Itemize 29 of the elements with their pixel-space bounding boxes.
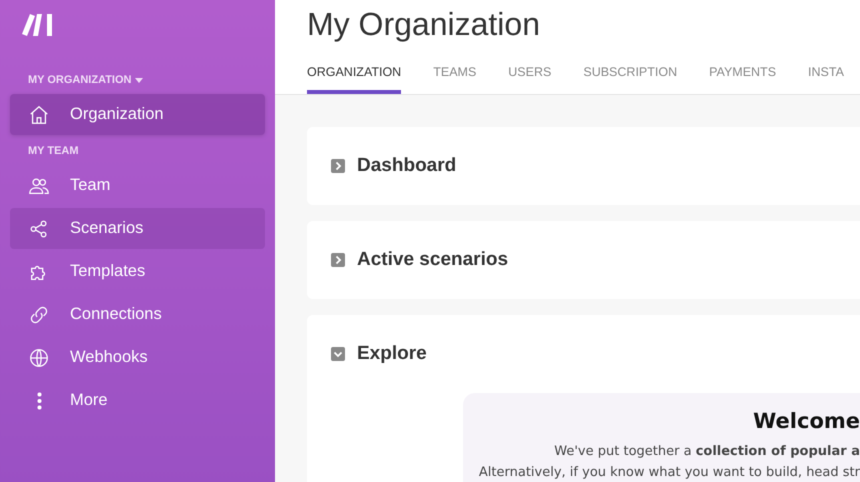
caret-icon[interactable] <box>135 78 144 82</box>
sidebar-item[interactable]: Organization <box>10 94 265 135</box>
section-heading: MY TEAM <box>28 145 79 157</box>
page-title: My Organization <box>307 6 541 43</box>
sidebar-item[interactable]: Scenarios <box>10 208 265 249</box>
expand-icon[interactable] <box>331 159 345 173</box>
home-icon <box>28 104 50 126</box>
section-title: Explore <box>357 343 427 365</box>
welcome-text: We've put together a collection of popular a <box>554 443 860 461</box>
globe-icon <box>28 346 50 368</box>
section-title: Active scenarios <box>357 249 508 271</box>
section-title: Dashboard <box>357 155 456 177</box>
tab[interactable]: USERS <box>508 65 552 94</box>
collapse-icon[interactable] <box>331 347 345 361</box>
sidebar-item[interactable]: Webhooks <box>10 337 265 378</box>
tab[interactable]: TEAMS <box>433 65 476 94</box>
sidebar-item[interactable]: Templates <box>10 251 265 292</box>
more-icon <box>36 392 42 410</box>
sidebar-item[interactable]: Team <box>10 165 265 206</box>
section-heading: MY ORGANIZATION <box>28 74 132 86</box>
welcome-heading: Welcome <box>753 409 860 433</box>
tab[interactable]: INSTA <box>808 65 844 94</box>
tab[interactable]: ORGANIZATION <box>307 65 402 94</box>
sidebar-item[interactable]: Connections <box>10 294 265 335</box>
expand-icon[interactable] <box>331 253 345 267</box>
welcome-text: Alternatively, if you know what you want to build, head str <box>478 464 860 482</box>
tab[interactable]: SUBSCRIPTION <box>583 65 678 94</box>
sidebar-item[interactable]: More <box>10 380 265 421</box>
tab[interactable]: PAYMENTS <box>709 65 776 94</box>
